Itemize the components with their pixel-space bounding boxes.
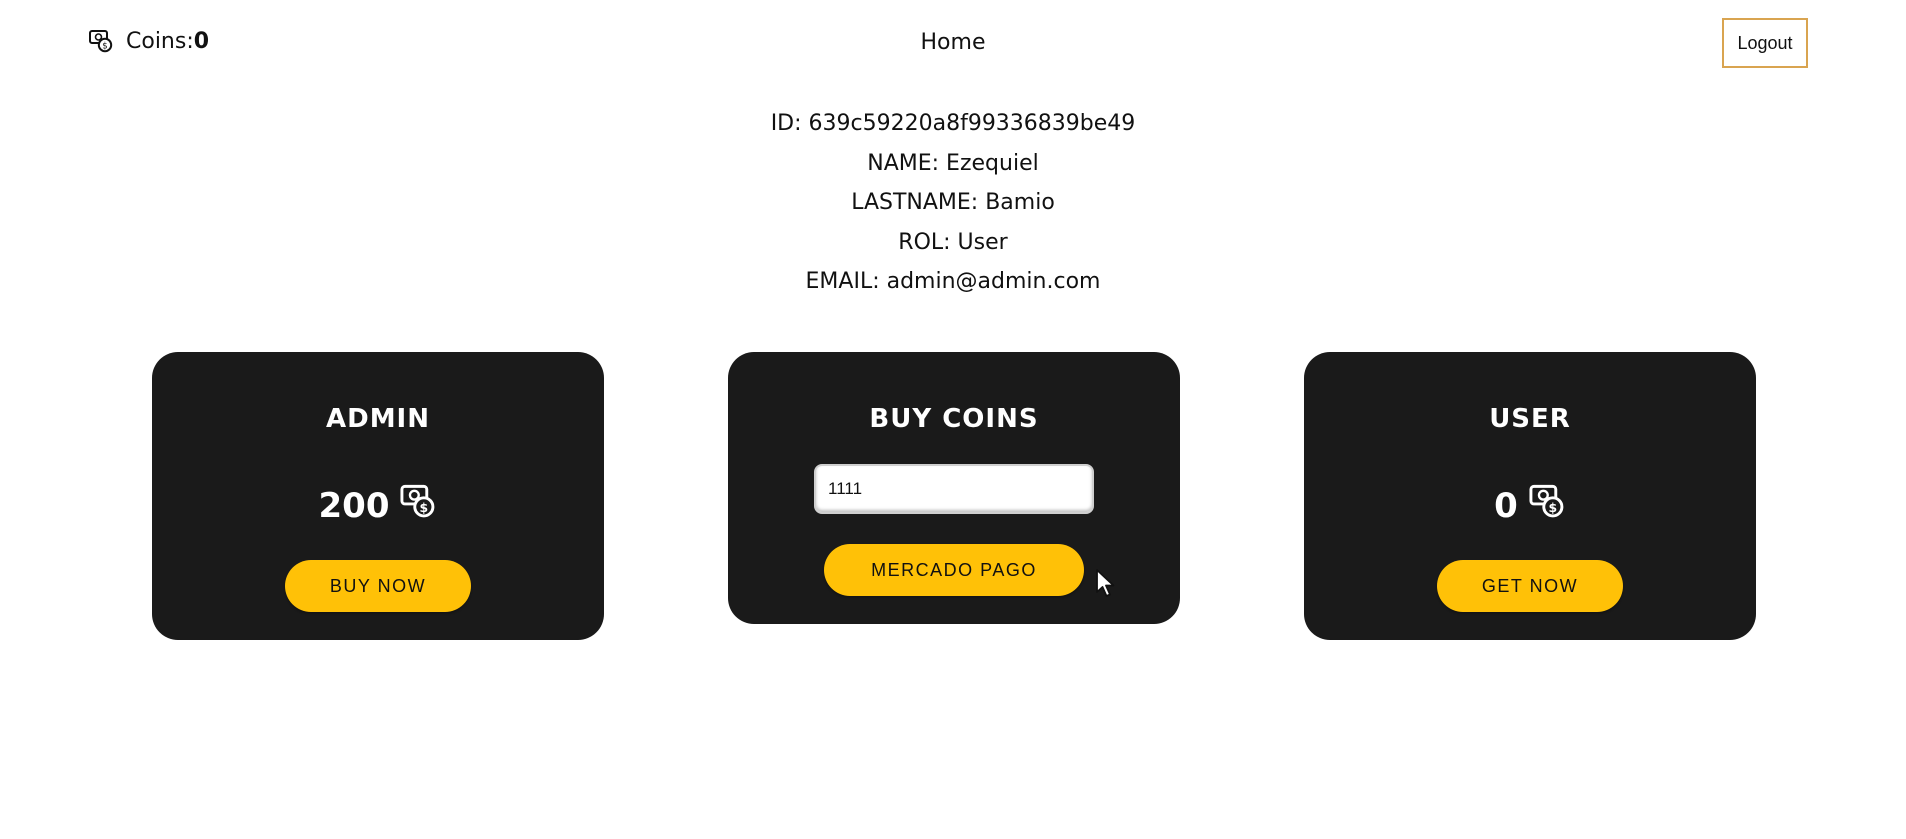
nav-home-container: Home bbox=[0, 30, 1906, 55]
svg-text:$: $ bbox=[420, 500, 429, 515]
navbar: $ Coins: 0 Home Logout bbox=[0, 0, 1906, 90]
user-card-title: USER bbox=[1489, 404, 1571, 434]
profile-lastname: LASTNAME: Bamio bbox=[851, 190, 1055, 215]
buy-coins-card-title: BUY COINS bbox=[869, 404, 1039, 434]
get-now-button[interactable]: GET NOW bbox=[1437, 560, 1623, 612]
admin-card: ADMIN 200 $ BUY NOW bbox=[152, 352, 604, 640]
coins-quantity-input[interactable] bbox=[814, 464, 1094, 514]
mercado-pago-button[interactable]: MERCADO PAGO bbox=[824, 544, 1084, 596]
user-card: USER 0 $ GET NOW bbox=[1304, 352, 1756, 640]
admin-card-amount-row: 200 $ bbox=[152, 484, 604, 526]
user-card-amount-row: 0 $ bbox=[1304, 484, 1756, 526]
profile-id: ID: 639c59220a8f99336839be49 bbox=[770, 111, 1136, 136]
profile-name: NAME: Ezequiel bbox=[867, 150, 1039, 176]
money-coin-icon: $ bbox=[400, 484, 435, 518]
user-coin-amount: 0 bbox=[1494, 486, 1518, 526]
logout-button[interactable]: Logout bbox=[1722, 18, 1808, 68]
nav-home-link[interactable]: Home bbox=[921, 30, 986, 55]
money-coin-icon: $ bbox=[1529, 484, 1564, 518]
admin-card-title: ADMIN bbox=[325, 404, 430, 434]
buy-now-button[interactable]: BUY NOW bbox=[285, 560, 471, 612]
profile-email: EMAIL: admin@admin.com bbox=[805, 269, 1101, 294]
svg-text:$: $ bbox=[1548, 500, 1557, 515]
mouse-cursor-icon bbox=[1096, 569, 1115, 597]
admin-coin-amount: 200 bbox=[318, 486, 390, 526]
profile-info: ID: 639c59220a8f99336839be49 NAME: Ezequ… bbox=[0, 108, 1906, 306]
profile-rol: ROL: User bbox=[898, 229, 1008, 255]
